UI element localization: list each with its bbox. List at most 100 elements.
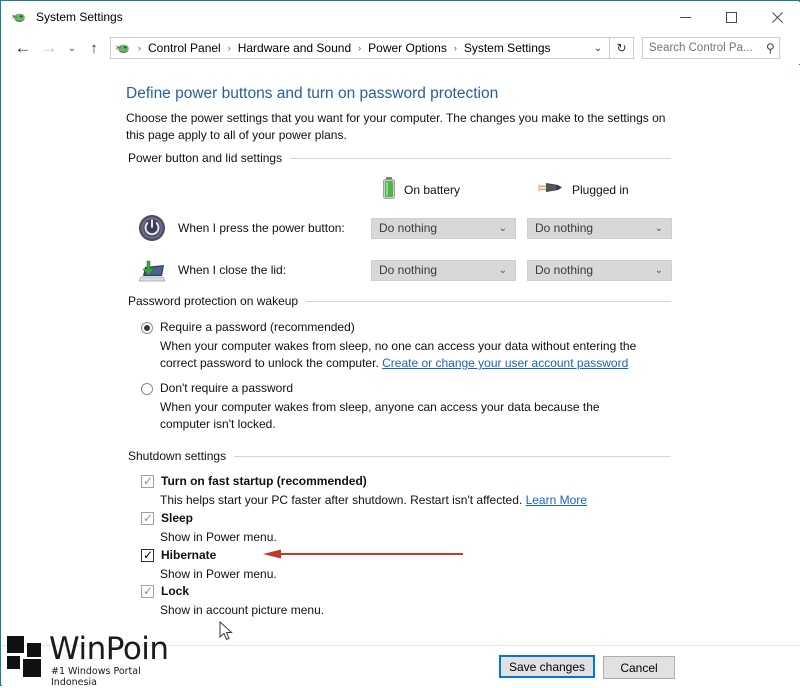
description-text: Show in account picture menu.	[160, 603, 325, 617]
breadcrumb-power-options[interactable]: Power Options	[366, 41, 449, 55]
battery-icon	[382, 177, 396, 202]
breadcrumb-hardware-and-sound[interactable]: Hardware and Sound	[236, 41, 353, 55]
navigation-bar: ← → ⌄ ↑ › Control Panel › Hardware and S…	[2, 32, 800, 64]
checkbox-row-fast-startup[interactable]: ✓ Turn on fast startup (recommended)	[141, 474, 367, 488]
chevron-down-icon: ⌄	[654, 222, 663, 234]
settings-content: Define power buttons and turn on passwor…	[2, 65, 800, 645]
cancel-button[interactable]: Cancel	[603, 656, 675, 679]
radio-button-unselected-icon[interactable]	[141, 383, 153, 395]
system-settings-window: System Settings ← → ⌄ ↑ › Control Panel …	[0, 0, 800, 688]
group-divider	[234, 455, 671, 457]
watermark-tagline: #1 Windows Portal Indonesia	[51, 666, 141, 688]
description-sleep: Show in Power menu.	[160, 529, 660, 546]
description-hibernate: Show in Power menu.	[160, 566, 660, 583]
refresh-icon[interactable]: ↻	[610, 37, 634, 59]
description-text: Show in Power menu.	[160, 567, 277, 581]
search-input[interactable]	[647, 41, 763, 55]
group-power-button-and-lid-settings: Power button and lid settings	[128, 151, 671, 165]
description-text: Show in Power menu.	[160, 530, 277, 544]
dropdown-lid-plugged-in[interactable]: Do nothing ⌄	[527, 259, 672, 281]
radio-label-dont-require-password: Don't require a password	[160, 381, 294, 395]
watermark-name: WinPoin	[49, 631, 169, 667]
maximize-icon[interactable]	[708, 2, 754, 32]
label-fast-startup: Turn on fast startup (recommended)	[161, 474, 367, 488]
window-title: System Settings	[36, 10, 123, 24]
link-learn-more[interactable]: Learn More	[526, 493, 587, 507]
description-text: When your computer wakes from sleep, any…	[160, 400, 600, 431]
description-lock: Show in account picture menu.	[160, 602, 660, 619]
checkbox-lock[interactable]: ✓	[141, 584, 154, 598]
page-description: Choose the power settings that you want …	[126, 111, 666, 142]
group-divider	[306, 300, 671, 302]
group-password-protection-on-wakeup: Password protection on wakeup	[128, 294, 671, 308]
chevron-down-icon: ⌄	[654, 264, 663, 276]
checkbox-row-hibernate[interactable]: ✓ Hibernate	[141, 548, 216, 562]
breadcrumb-control-panel[interactable]: Control Panel	[146, 41, 223, 55]
breadcrumb-separator: ›	[358, 43, 362, 53]
dropdown-value: Do nothing	[535, 263, 594, 277]
dropdown-power-button-on-battery[interactable]: Do nothing ⌄	[371, 217, 516, 239]
dropdown-value: Do nothing	[379, 221, 438, 235]
power-options-icon	[11, 9, 27, 25]
dropdown-lid-on-battery[interactable]: Do nothing ⌄	[371, 259, 516, 281]
back-arrow-icon[interactable]: ←	[10, 35, 36, 61]
label-lock: Lock	[161, 584, 190, 598]
dropdown-value: Do nothing	[379, 263, 438, 277]
dropdown-power-button-plugged-in[interactable]: Do nothing ⌄	[527, 217, 672, 239]
forward-arrow-icon: →	[40, 38, 58, 57]
laptop-lid-icon	[137, 255, 167, 285]
radio-label-require-password: Require a password (recommended)	[160, 320, 355, 334]
column-label-plugged-in: Plugged in	[572, 182, 629, 197]
row-power-button: When I press the power button: Do nothin…	[137, 213, 672, 243]
minimize-icon[interactable]	[662, 2, 708, 32]
page-title: Define power buttons and turn on passwor…	[126, 85, 499, 102]
checkbox-sleep[interactable]: ✓	[141, 511, 154, 525]
radio-require-password[interactable]: Require a password (recommended)	[141, 320, 355, 334]
link-create-or-change-password[interactable]: Create or change your user account passw…	[382, 356, 628, 370]
label-hibernate: Hibernate	[161, 548, 217, 562]
mouse-cursor	[219, 620, 235, 648]
search-icon: ⚲	[766, 41, 775, 55]
chevron-down-icon: ⌄	[498, 264, 507, 276]
group-title-power-lid: Power button and lid settings	[128, 151, 283, 165]
chevron-down-icon: ⌄	[498, 222, 507, 234]
winpoin-watermark: WinPoin #1 Windows Portal Indonesia	[7, 631, 169, 688]
checkbox-row-sleep[interactable]: ✓ Sleep	[141, 511, 193, 525]
window-controls	[662, 2, 800, 32]
group-shutdown-settings: Shutdown settings	[128, 449, 671, 463]
close-icon[interactable]	[754, 2, 800, 32]
radio-dont-require-password[interactable]: Don't require a password	[141, 381, 293, 395]
breadcrumb-separator: ›	[227, 43, 231, 53]
address-power-options-icon	[115, 40, 131, 56]
power-button-icon	[137, 213, 167, 243]
title-bar: System Settings	[2, 2, 800, 32]
power-plug-icon	[538, 179, 564, 200]
search-box[interactable]: ⚲	[642, 37, 780, 59]
up-arrow-icon[interactable]: ↑	[82, 35, 106, 61]
label-when-press-power-button: When I press the power button:	[178, 221, 345, 235]
description-text: This helps start your PC faster after sh…	[160, 493, 523, 507]
dropdown-value: Do nothing	[535, 221, 594, 235]
column-plugged-in: Plugged in	[538, 179, 629, 200]
save-changes-button[interactable]: Save changes	[499, 655, 595, 678]
column-on-battery: On battery	[382, 177, 538, 202]
description-require-password: When your computer wakes from sleep, no …	[160, 338, 660, 372]
row-close-lid: When I close the lid: Do nothing ⌄ Do no…	[137, 255, 672, 285]
power-source-column-headers: On battery Plugged in	[382, 177, 629, 202]
breadcrumb-separator: ›	[453, 43, 457, 53]
label-when-close-lid: When I close the lid:	[178, 263, 287, 277]
checkbox-row-lock[interactable]: ✓ Lock	[141, 584, 189, 598]
breadcrumb-system-settings[interactable]: System Settings	[462, 41, 553, 55]
group-title-shutdown-settings: Shutdown settings	[128, 449, 227, 463]
radio-button-selected-icon[interactable]	[141, 322, 153, 334]
checkbox-fast-startup[interactable]: ✓	[141, 474, 154, 488]
recent-locations-chevron-down-icon[interactable]: ⌄	[62, 35, 82, 61]
description-dont-require-password: When your computer wakes from sleep, any…	[160, 399, 645, 433]
group-title-password-protection: Password protection on wakeup	[128, 294, 299, 308]
address-chevron-down-icon[interactable]: ⌄	[587, 38, 609, 58]
address-bar[interactable]: › Control Panel › Hardware and Sound › P…	[110, 37, 610, 59]
label-sleep: Sleep	[161, 511, 194, 525]
group-divider	[290, 157, 671, 159]
checkbox-hibernate[interactable]: ✓	[141, 548, 154, 562]
breadcrumb-separator: ›	[138, 43, 141, 53]
